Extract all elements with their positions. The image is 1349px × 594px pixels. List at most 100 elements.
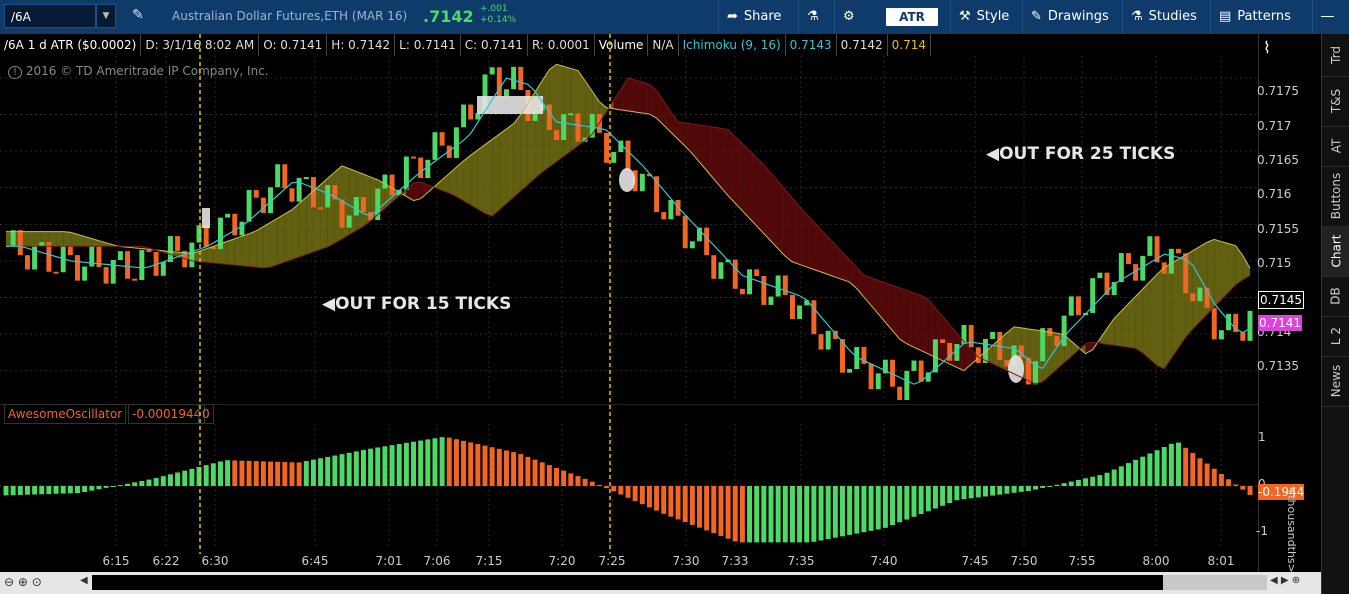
osc-bar	[1104, 472, 1110, 486]
cloud-segment	[477, 144, 486, 214]
symbol-dropdown-icon[interactable]: ▼	[96, 4, 116, 28]
bar-low: L: 0.7141	[395, 34, 461, 56]
sidebar-item-l2[interactable]: L 2	[1322, 316, 1349, 357]
cloud-segment	[263, 222, 271, 268]
sidebar-item-trd[interactable]: Trd	[1322, 34, 1349, 77]
cloud-segment	[241, 233, 250, 267]
osc-bar	[175, 472, 181, 486]
candle	[875, 373, 881, 390]
cloud-segment	[449, 167, 457, 197]
price-label-2: 0.7165	[1257, 153, 1299, 167]
candle	[639, 173, 645, 192]
sidebar-item-chart[interactable]: Chart	[1322, 226, 1349, 277]
candle	[704, 227, 710, 256]
osc-bar	[375, 447, 381, 486]
flask-button[interactable]: ⚗	[798, 0, 834, 34]
last-price: .7142	[423, 7, 474, 26]
candle	[718, 262, 724, 279]
candle	[1197, 287, 1203, 302]
price-change: +.001 +0.14%	[480, 4, 516, 26]
style-button[interactable]: ⚒ Style	[950, 0, 1022, 34]
share-button[interactable]: ➦ Share	[718, 0, 798, 34]
osc-bar	[1176, 442, 1181, 486]
candle	[811, 300, 817, 335]
osc-bar	[1154, 450, 1160, 486]
osc-bar	[10, 486, 16, 496]
flask-icon: ⚗	[1131, 9, 1143, 24]
candle	[611, 152, 617, 163]
zoom-out-icon[interactable]: ⊖ ⊕ ⊙	[4, 575, 42, 589]
cloud-segment	[756, 157, 764, 234]
candle	[918, 360, 924, 382]
studies-button[interactable]: ⚗ Studies	[1122, 0, 1210, 34]
osc-bar	[67, 486, 73, 494]
osc-bar	[661, 486, 667, 514]
time-tick-label: 7:35	[787, 554, 815, 568]
osc-bar	[268, 461, 274, 486]
osc-bar	[425, 439, 431, 486]
sidebar-label-db: DB	[1328, 287, 1343, 305]
osc-bar	[310, 459, 316, 486]
chart-settings-icon[interactable]: ⌇	[1263, 38, 1271, 57]
atr-button[interactable]: ATR	[886, 8, 938, 26]
scrollbar-track[interactable]	[92, 575, 1254, 590]
time-tick-label: 7:25	[598, 554, 626, 568]
osc-bar	[260, 461, 266, 486]
osc-bar	[704, 486, 710, 531]
cloud-segment	[485, 139, 493, 217]
candle	[1240, 332, 1246, 341]
osc-bar	[961, 486, 967, 500]
candle	[196, 225, 202, 243]
candle	[10, 230, 16, 247]
candle	[511, 66, 517, 90]
candle	[24, 255, 30, 270]
osc-bar	[811, 486, 817, 542]
minimize-icon: ―	[1321, 9, 1334, 24]
scroll-right-icon[interactable]: ◀ ▶ ⊕	[1270, 575, 1300, 586]
time-scrollbar[interactable]: ⊖ ⊕ ⊙ ◀ ◀ ▶ ⊕	[0, 572, 1321, 594]
cloud-segment	[720, 128, 729, 196]
price-chart[interactable]	[0, 56, 1258, 400]
cloud-segment	[1128, 296, 1136, 349]
oscillator-chart[interactable]	[0, 404, 1258, 549]
candle	[411, 156, 417, 159]
ichimoku-value-3: 0.714	[888, 34, 932, 56]
candle	[739, 288, 745, 295]
candle	[439, 132, 445, 146]
price-change-abs: +.001	[480, 4, 508, 14]
osc-bar	[518, 454, 524, 486]
ichimoku-label[interactable]: Ichimoku (9, 16)	[679, 34, 786, 56]
drawings-button[interactable]: ✎ Drawings	[1022, 0, 1122, 34]
scrollbar-thumb[interactable]	[1163, 575, 1267, 590]
cloud-segment	[763, 164, 771, 242]
osc-bar	[382, 446, 388, 486]
osc-bar	[239, 460, 245, 486]
patterns-button[interactable]: ▤ Patterns	[1210, 0, 1306, 34]
sidebar-item-news[interactable]: News	[1322, 356, 1349, 407]
candle	[225, 213, 231, 218]
osc-bar	[1183, 447, 1189, 486]
osc-bar	[754, 486, 760, 543]
oscillator-name[interactable]: AwesomeOscillator	[4, 404, 127, 424]
annotation-out-25-text: OUT FOR 25 TICKS	[999, 144, 1176, 164]
minimize-button[interactable]: ―	[1312, 0, 1349, 34]
sidebar-item-ts[interactable]: T&S	[1322, 76, 1349, 127]
osc-bar	[1040, 486, 1046, 488]
candle	[353, 196, 359, 216]
sidebar-item-at[interactable]: AT	[1322, 126, 1349, 167]
osc-bar	[818, 486, 824, 541]
arrow-left-icon: ◀	[322, 294, 336, 314]
scroll-left-icon[interactable]: ◀	[80, 575, 88, 586]
sidebar-item-db[interactable]: DB	[1322, 276, 1349, 317]
link-icon[interactable]: ✎	[132, 7, 144, 23]
symbol-input[interactable]: /6A	[4, 4, 96, 28]
osc-bar	[360, 450, 366, 486]
arrow-left-icon: ◀	[986, 144, 1000, 164]
candle	[375, 188, 381, 221]
settings-button[interactable]: ⚙	[834, 0, 872, 34]
osc-bar	[103, 486, 109, 488]
candle	[711, 255, 717, 279]
sidebar-item-buttons[interactable]: Buttons	[1322, 166, 1349, 227]
candle	[782, 275, 788, 295]
bar-high: H: 0.7142	[327, 34, 396, 56]
